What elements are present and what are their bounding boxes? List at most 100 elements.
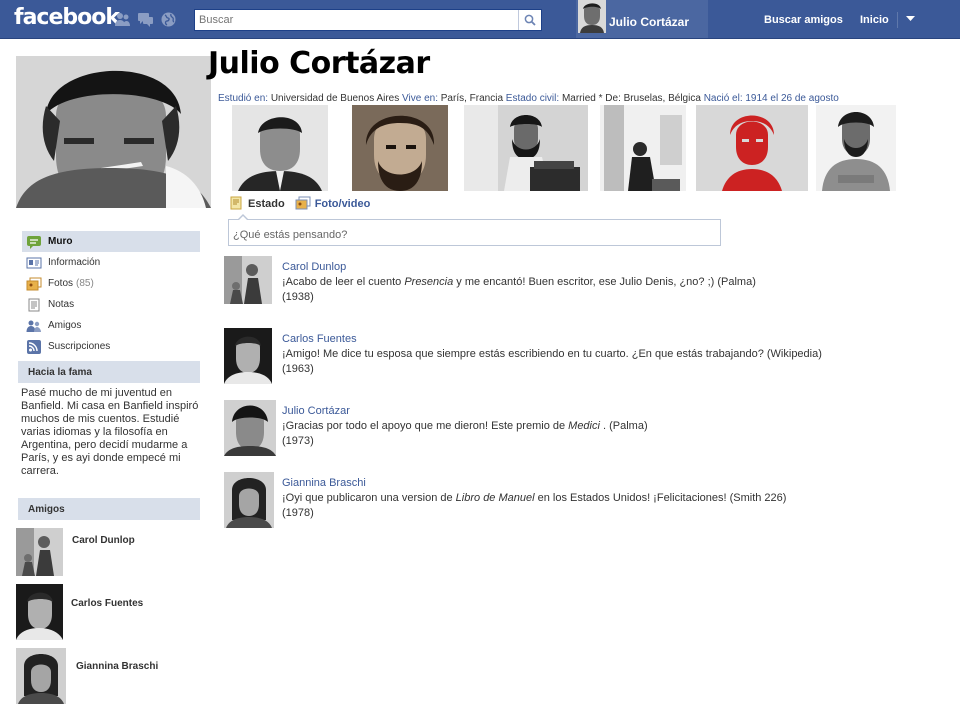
info-value[interactable]: Bruselas, Bélgica [624, 93, 701, 104]
sidebar-item-notes[interactable]: Notas [22, 294, 200, 315]
photo-thumbnail[interactable] [600, 105, 686, 191]
find-friends-link[interactable]: Buscar amigos [764, 14, 843, 26]
info-label: Estudió en: [218, 93, 269, 104]
profile-info-line: Estudió en: Universidad de Buenos Aires … [218, 93, 839, 104]
info-separator: * [595, 93, 603, 104]
search-field[interactable] [194, 9, 542, 31]
post-text: ¡Gracias por todo el apoyo que me dieron… [282, 419, 648, 434]
post-body: Carol Dunlop ¡Acabo de leer el cuento Pr… [282, 260, 756, 305]
notes-icon [28, 298, 40, 311]
info-label: Vive en: [402, 93, 438, 104]
info-value: 1914 el 26 de agosto [745, 93, 839, 104]
friend-requests-icon[interactable] [114, 11, 131, 28]
composer-notch-inner [238, 216, 248, 221]
sidebar-item-label: Muro [48, 236, 73, 247]
search-icon [524, 14, 536, 26]
user-avatar [578, 0, 606, 33]
post-author[interactable]: Julio Cortázar [282, 404, 648, 419]
wall-icon [27, 235, 41, 249]
notifications-globe-icon[interactable] [160, 11, 177, 28]
sidebar-item-label: Información [48, 257, 101, 268]
subscriptions-icon [27, 339, 41, 354]
post-year: (1973) [282, 435, 314, 447]
post-author-photo[interactable] [224, 400, 276, 456]
post-text-part: ¡Acabo de leer el cuento [282, 276, 405, 288]
search-input[interactable] [195, 10, 519, 30]
sidebar-item-info[interactable]: Información [22, 252, 200, 273]
sidebar-item-label: Suscripciones [48, 341, 111, 352]
post-text-italic: Medici [568, 420, 600, 432]
bio-text: Pasé mucho de mi juventud en Banfield. M… [21, 387, 199, 477]
friends-icon [26, 320, 41, 332]
home-link[interactable]: Inicio [860, 14, 889, 26]
info-label: Nació el: [703, 93, 743, 104]
sidebar-item-photos[interactable]: Fotos (85) [22, 273, 200, 294]
tab-photo-video[interactable]: Foto/video [295, 196, 371, 211]
search-button[interactable] [518, 10, 541, 30]
photo-thumbnail[interactable] [464, 105, 588, 191]
friend-item[interactable] [16, 584, 63, 640]
post-body: Julio Cortázar ¡Gracias por todo el apoy… [282, 404, 648, 449]
info-icon [26, 257, 42, 268]
friends-section-header[interactable]: Amigos [18, 498, 200, 520]
nav-divider [897, 12, 898, 28]
info-label: De: [605, 93, 621, 104]
post-text-part: en los Estados Unidos! ¡Felicitaciones! … [534, 492, 787, 504]
friend-item[interactable] [16, 648, 66, 704]
post-text-italic: Presencia [404, 276, 454, 288]
account-menu-chevron-down-icon[interactable] [905, 15, 916, 23]
sidebar-item-friends[interactable]: Amigos [22, 315, 200, 336]
photo-thumbnail[interactable] [232, 105, 328, 191]
status-composer-input[interactable]: ¿Qué estás pensando? [228, 214, 721, 246]
post-year: (1978) [282, 507, 314, 519]
top-bar: facebook Julio Cortázar [0, 0, 960, 39]
tab-status[interactable]: Estado [229, 196, 285, 211]
friend-name[interactable]: Carlos Fuentes [71, 598, 143, 609]
post-author[interactable]: Giannina Braschi [282, 476, 786, 491]
friend-name[interactable]: Giannina Braschi [76, 661, 158, 672]
info-value: Married [561, 93, 596, 104]
profile-nav: Muro Información Fotos (85) Notas Amigos… [22, 231, 200, 357]
user-profile-link[interactable]: Julio Cortázar [576, 0, 708, 38]
photo-thumbnail[interactable] [816, 105, 896, 191]
photos-count: (85) [76, 278, 94, 289]
about-section-header: Hacia la fama [18, 361, 200, 383]
facebook-logo[interactable]: facebook [14, 5, 120, 30]
post-year: (1938) [282, 291, 314, 303]
user-name: Julio Cortázar [609, 15, 690, 29]
composer-placeholder: ¿Qué estás pensando? [233, 229, 348, 241]
tab-label: Estado [248, 197, 285, 210]
post-body: Carlos Fuentes ¡Amigo! Me dice tu esposa… [282, 332, 822, 377]
post-author-photo[interactable] [224, 472, 274, 528]
photo-thumbnail[interactable] [696, 105, 808, 191]
post-text: ¡Acabo de leer el cuento Presencia y me … [282, 275, 756, 290]
sidebar-item-subscriptions[interactable]: Suscripciones [22, 336, 200, 357]
info-value[interactable]: París, Francia [441, 93, 503, 104]
messages-icon[interactable] [137, 11, 154, 28]
friend-name[interactable]: Carol Dunlop [72, 535, 135, 546]
post-author-photo[interactable] [224, 256, 272, 304]
friend-item[interactable] [16, 528, 63, 576]
sidebar-item-label: Notas [48, 299, 75, 310]
photo-thumbnail[interactable] [352, 105, 448, 191]
post-text: ¡Oyi que publicaron una version de Libro… [282, 491, 786, 506]
page-title: Julio Cortázar [208, 46, 430, 81]
post-text-part: y me encantó! Buen escritor, ese Julio D… [453, 276, 756, 288]
post-author[interactable]: Carlos Fuentes [282, 332, 822, 347]
notification-jewels [114, 11, 177, 28]
info-value[interactable]: Universidad de Buenos Aires [271, 93, 399, 104]
status-pencil-icon [230, 196, 242, 210]
info-label: Estado civil: [505, 93, 560, 104]
post-author-photo[interactable] [224, 328, 272, 384]
tab-label: Foto/video [314, 197, 371, 210]
friend-photo [16, 648, 66, 704]
post-text-part: ¡Gracias por todo el apoyo que me dieron… [282, 420, 569, 432]
post-text-part: ¡Amigo! Me dice tu esposa que siempre es… [282, 348, 822, 360]
post-text-part: ¡Oyi que publicaron una version de [282, 492, 456, 504]
sidebar-item-wall[interactable]: Muro [22, 231, 200, 252]
photo-video-icon [295, 196, 311, 210]
post-author[interactable]: Carol Dunlop [282, 260, 756, 275]
post-year: (1963) [282, 363, 314, 375]
profile-picture[interactable] [16, 56, 211, 208]
post-text-italic: Libro de Manuel [455, 492, 535, 504]
